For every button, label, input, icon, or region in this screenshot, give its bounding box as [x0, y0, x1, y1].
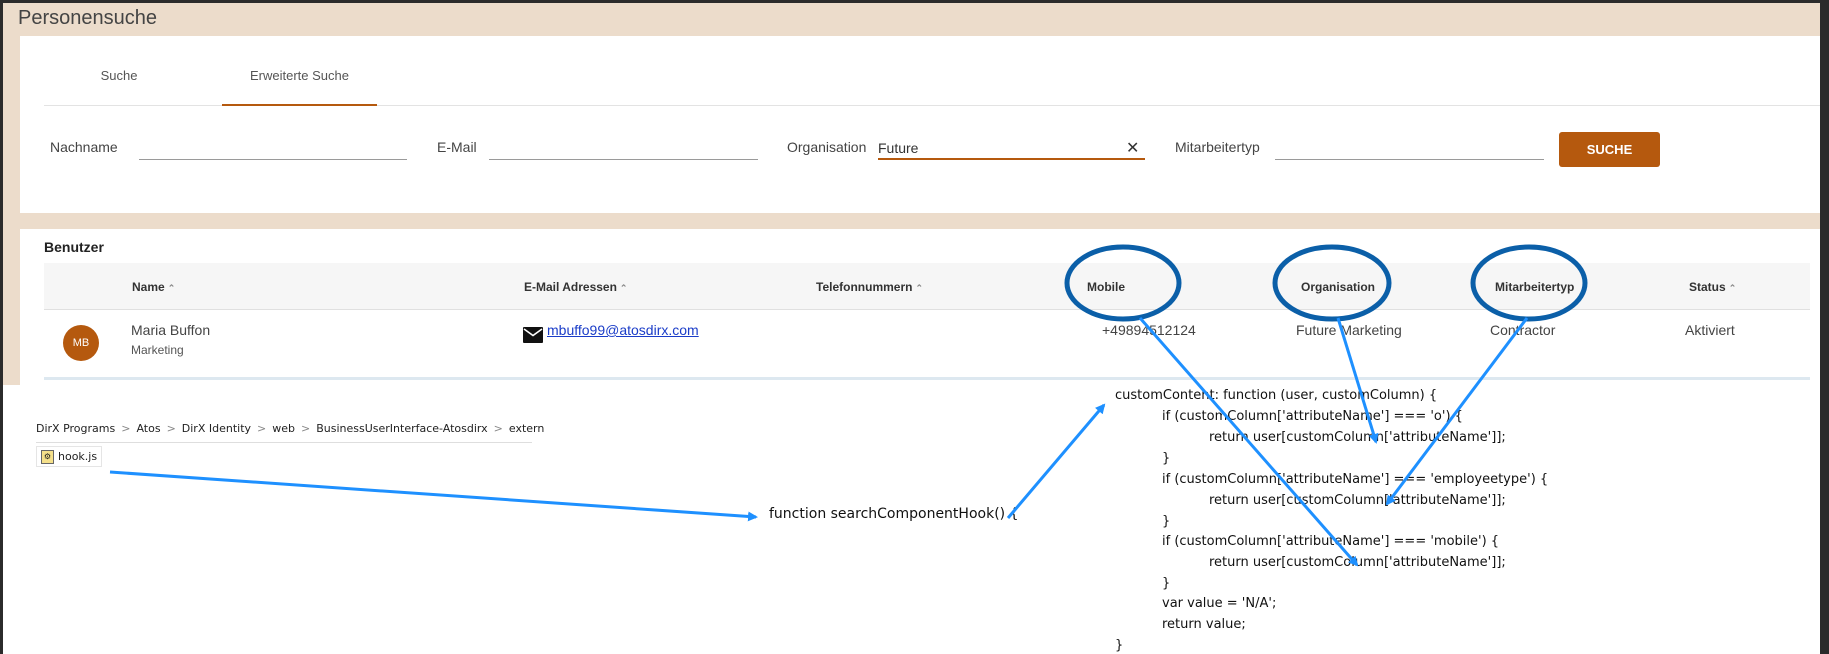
code-line: customContent: function (user, customCol…	[1115, 388, 1438, 403]
user-status: Aktiviert	[1685, 322, 1735, 338]
breadcrumb-separator: >	[493, 422, 503, 435]
explorer-breadcrumb: DirX Programs > Atos > DirX Identity > web > Bus…	[36, 422, 544, 443]
breadcrumb-separator: >	[257, 422, 267, 435]
nachname-input[interactable]	[139, 138, 407, 160]
results-panel: Benutzer Name ⌃ E-Mail Adressen ⌃ Telefonn…	[20, 229, 1820, 385]
sort-icon[interactable]: ⌃	[915, 283, 923, 293]
sort-icon[interactable]: ⌃	[620, 283, 628, 293]
column-header-mobile: Mobile	[1087, 280, 1125, 294]
code-line: return user[customColumn['attributeName'…	[1209, 555, 1506, 570]
breadcrumb-separator: >	[166, 422, 176, 435]
tab-erweiterte-suche[interactable]: Erweiterte Suche	[222, 69, 377, 106]
user-employee-type: Contractor	[1490, 322, 1556, 338]
column-header-mitarbeitertyp: Mitarbeitertyp	[1495, 280, 1575, 294]
user-organisation: Future Marketing	[1296, 322, 1402, 338]
user-mobile: +49894512124	[1102, 322, 1196, 338]
sort-icon[interactable]: ⌃	[1729, 283, 1737, 293]
page-title: Personensuche	[18, 7, 157, 29]
code-line: }	[1162, 514, 1171, 529]
code-line: return value;	[1162, 617, 1246, 632]
code-line: }	[1162, 451, 1171, 466]
breadcrumb-item[interactable]: extern	[509, 422, 544, 435]
code-line: return user[customColumn['attributeName'…	[1209, 430, 1506, 445]
column-header-email[interactable]: E-Mail Adressen ⌃	[524, 280, 627, 294]
sort-icon[interactable]: ⌃	[168, 283, 176, 293]
column-header-telefon[interactable]: Telefonnummern ⌃	[816, 280, 923, 294]
mail-icon	[523, 327, 543, 343]
search-button[interactable]: SUCHE	[1559, 132, 1660, 167]
nachname-label: Nachname	[50, 139, 118, 155]
user-email-link[interactable]: mbuffo99@atosdirx.com	[547, 322, 699, 338]
user-name: Maria Buffon	[131, 322, 211, 338]
column-header-name[interactable]: Name ⌃	[132, 280, 175, 294]
js-file-icon: ⚙	[41, 449, 54, 464]
search-panel: Suche Erweiterte Suche Nachname E-Mail O…	[20, 36, 1820, 213]
email-input[interactable]	[489, 138, 758, 160]
column-header-organisation: Organisation	[1301, 280, 1376, 294]
organisation-input[interactable]	[878, 138, 1145, 160]
code-line: if (customColumn['attributeName'] === 'e…	[1162, 472, 1549, 487]
code-line: var value = 'N/A';	[1162, 596, 1277, 611]
email-label: E-Mail	[437, 139, 477, 155]
results-title: Benutzer	[44, 239, 104, 255]
table-header: Name ⌃ E-Mail Adressen ⌃ Telefonnummern ⌃ M…	[44, 263, 1810, 310]
code-line: if (customColumn['attributeName'] === 'm…	[1162, 534, 1500, 549]
breadcrumb-item[interactable]: Atos	[136, 422, 160, 435]
user-department: Marketing	[131, 343, 184, 357]
file-hook-js[interactable]: ⚙ hook.js	[36, 446, 103, 467]
mitarbeitertyp-label: Mitarbeitertyp	[1175, 139, 1260, 155]
organisation-label: Organisation	[787, 139, 867, 155]
code-line: }	[1162, 576, 1171, 591]
clear-icon[interactable]: ✕	[1126, 138, 1139, 158]
hook-function-label: function searchComponentHook() {	[769, 506, 1019, 522]
breadcrumb-item[interactable]: DirX Programs	[36, 422, 115, 435]
breadcrumb-item[interactable]: BusinessUserInterface-Atosdirx	[316, 422, 487, 435]
breadcrumb-item[interactable]: DirX Identity	[182, 422, 251, 435]
app-window: Personensuche Suche Erweiterte Suche Nac…	[3, 3, 1820, 385]
column-header-status[interactable]: Status ⌃	[1689, 280, 1736, 294]
breadcrumb-separator: >	[121, 422, 131, 435]
file-name: hook.js	[58, 450, 98, 463]
search-tabs: Suche Erweiterte Suche	[44, 69, 1820, 106]
code-line: if (customColumn['attributeName'] === 'o…	[1162, 409, 1463, 424]
avatar: MB	[63, 325, 99, 361]
breadcrumb-item[interactable]: web	[272, 422, 295, 435]
code-line: return user[customColumn['attributeName'…	[1209, 493, 1506, 508]
annotation-canvas: DirX Programs > Atos > DirX Identity > web > Bus…	[3, 385, 1820, 654]
code-line: }	[1115, 638, 1124, 653]
table-row[interactable]: MB Maria Buffon Marketing mbuffo99@atosd…	[44, 310, 1810, 380]
tab-suche[interactable]: Suche	[44, 69, 194, 106]
breadcrumb-separator: >	[301, 422, 311, 435]
mitarbeitertyp-input[interactable]	[1275, 138, 1544, 160]
